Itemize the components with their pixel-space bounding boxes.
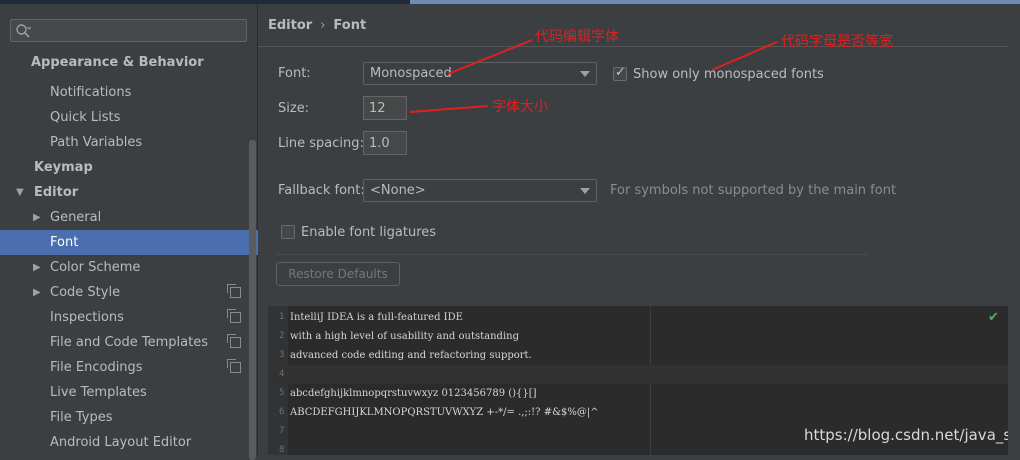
tree-item-appearance-behavior[interactable]: Appearance & Behavior bbox=[0, 50, 288, 75]
fallback-font-value: <None> bbox=[370, 183, 426, 198]
breadcrumb: Editor › Font bbox=[268, 18, 366, 33]
line-spacing-input[interactable]: 1.0 bbox=[363, 131, 407, 155]
line-number: 7 bbox=[279, 426, 285, 436]
tree-item-label: File Types bbox=[50, 410, 113, 425]
tree-item-label: Notifications bbox=[50, 85, 132, 100]
settings-search[interactable] bbox=[10, 19, 247, 42]
font-settings-panel: Editor › Font Font: Monospaced Show only m… bbox=[258, 4, 1020, 455]
line-text: with a high level of usability and outst… bbox=[290, 331, 519, 342]
tree-item-label: File Encodings bbox=[50, 360, 143, 375]
size-label: Size: bbox=[278, 101, 310, 116]
tree-item-label: Font bbox=[50, 235, 79, 250]
monospaced-only-checkbox[interactable] bbox=[613, 65, 627, 81]
preview-line-current: 4 bbox=[268, 365, 1012, 384]
tree-item-label: Appearance & Behavior bbox=[31, 55, 204, 70]
line-number: 4 bbox=[279, 369, 285, 379]
watermark: https://blog.csdn.net/java_shm bbox=[804, 426, 1012, 444]
tree-item-label: Quick Lists bbox=[50, 110, 121, 125]
fallback-font-hint: For symbols not supported by the main fo… bbox=[610, 183, 897, 198]
breadcrumb-page: Font bbox=[333, 18, 367, 33]
tree-item-label: Code Style bbox=[50, 285, 121, 300]
chevron-down-icon bbox=[580, 188, 590, 194]
project-scope-icon bbox=[227, 334, 241, 348]
tree-item-label: Live Templates bbox=[50, 385, 147, 400]
settings-sidebar: Appearance & Behavior Notifications Quic… bbox=[0, 4, 307, 460]
tree-item-label: Editor bbox=[34, 185, 79, 200]
line-number: 2 bbox=[279, 331, 285, 341]
line-spacing-label: Line spacing: bbox=[278, 136, 364, 151]
tree-item-label: Color Scheme bbox=[50, 260, 141, 275]
ligatures-label: Enable font ligatures bbox=[301, 225, 437, 240]
font-dropdown[interactable]: Monospaced bbox=[363, 62, 597, 85]
line-text: abcdefghijklmnopqrstuvwxyz 0123456789 ()… bbox=[290, 388, 537, 399]
line-number: 3 bbox=[279, 350, 285, 360]
tree-item-keymap[interactable]: Keymap bbox=[0, 155, 291, 180]
search-icon bbox=[16, 24, 31, 38]
header-divider bbox=[258, 46, 1008, 47]
project-scope-icon bbox=[227, 284, 241, 298]
fallback-font-label: Fallback font: bbox=[278, 183, 365, 198]
line-number: 1 bbox=[279, 312, 285, 322]
breadcrumb-separator: › bbox=[320, 18, 326, 33]
collapsed-arrow-icon[interactable]: ▶ bbox=[33, 205, 41, 230]
line-spacing-value: 1.0 bbox=[369, 136, 390, 151]
line-text: advanced code editing and refactoring su… bbox=[290, 350, 532, 361]
window-right-edge bbox=[1008, 4, 1020, 455]
monospaced-only-label: Show only monospaced fonts bbox=[633, 67, 824, 82]
search-input[interactable] bbox=[35, 22, 244, 41]
font-dropdown-value: Monospaced bbox=[370, 66, 452, 81]
line-number: 6 bbox=[279, 407, 285, 417]
font-label: Font: bbox=[278, 66, 311, 81]
restore-divider bbox=[276, 254, 868, 255]
sidebar-scrollbar[interactable] bbox=[249, 140, 256, 460]
tree-item-label: File and Code Templates bbox=[50, 335, 208, 350]
tree-item-label: General bbox=[50, 210, 102, 225]
annotation-font-size: 字体大小 bbox=[492, 99, 548, 115]
project-scope-icon bbox=[227, 359, 241, 373]
tree-item-label: Path Variables bbox=[50, 135, 143, 150]
size-value: 12 bbox=[369, 101, 386, 116]
tree-item-label: Android Layout Editor bbox=[50, 435, 192, 450]
line-number: 5 bbox=[279, 388, 285, 398]
line-number: 8 bbox=[279, 445, 285, 455]
chevron-down-icon bbox=[580, 71, 590, 77]
collapsed-arrow-icon[interactable]: ▶ bbox=[33, 280, 41, 305]
size-input[interactable]: 12 bbox=[363, 96, 407, 120]
ligatures-checkbox[interactable] bbox=[281, 225, 295, 239]
annotation-code-font: 代码编辑字体 bbox=[535, 29, 619, 45]
line-text: IntelliJ IDEA is a full-featured IDE bbox=[290, 312, 463, 323]
collapsed-arrow-icon[interactable]: ▶ bbox=[33, 255, 41, 280]
checkmark-icon: ✔ bbox=[988, 310, 999, 325]
fallback-font-dropdown[interactable]: <None> bbox=[363, 179, 597, 202]
tree-item-label: Inspections bbox=[50, 310, 124, 325]
expanded-arrow-icon[interactable]: ▼ bbox=[16, 180, 24, 205]
tree-item-editor[interactable]: ▼ Editor bbox=[0, 180, 291, 205]
tree-item-label: Keymap bbox=[34, 160, 93, 175]
restore-defaults-button[interactable]: Restore Defaults bbox=[276, 262, 400, 286]
font-preview-editor[interactable]: 1 IntelliJ IDEA is a full-featured IDE 2w… bbox=[268, 306, 1012, 455]
breadcrumb-section[interactable]: Editor bbox=[268, 18, 312, 33]
line-text: ABCDEFGHIJKLMNOPQRSTUVWXYZ +-*/= .,;:!? … bbox=[290, 407, 599, 418]
annotation-monospaced: 代码字母是否等宽 bbox=[781, 34, 893, 50]
project-scope-icon bbox=[227, 309, 241, 323]
